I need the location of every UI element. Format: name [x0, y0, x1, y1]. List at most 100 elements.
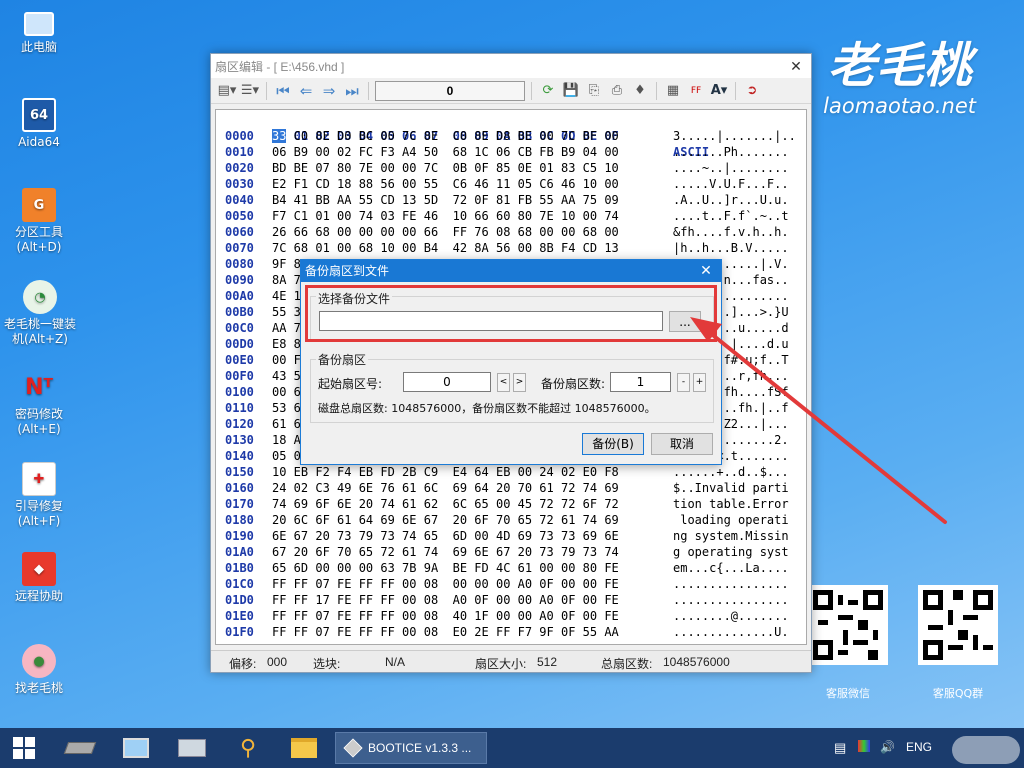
- calculator-icon[interactable]: ▦: [663, 82, 683, 100]
- hex-row-bytes[interactable]: 7C 68 01 00 68 10 00 B4 42 8A 56 00 8B F…: [272, 240, 619, 256]
- hex-row-bytes[interactable]: 06 B9 00 02 FC F3 A4 50 68 1C 06 CB FB B…: [272, 144, 619, 160]
- hex-row-bytes[interactable]: FF FF 17 FE FF FF 00 08 A0 0F 00 00 A0 0…: [272, 592, 619, 608]
- font-icon[interactable]: A▾: [709, 82, 729, 100]
- hex-row-ascii[interactable]: ....~..|........: [673, 160, 789, 176]
- charset-icon[interactable]: FF: [686, 82, 706, 100]
- hex-row-ascii[interactable]: ng system.Missin: [673, 528, 789, 544]
- hex-row-ascii[interactable]: $..Invalid parti: [673, 480, 789, 496]
- prev-sector-icon[interactable]: ⇐: [296, 82, 316, 100]
- cancel-button[interactable]: 取消: [651, 433, 713, 455]
- last-sector-icon[interactable]: ⏭: [342, 82, 362, 100]
- taskbar-explorer-app[interactable]: [284, 732, 324, 764]
- taskbar-keyboard-app[interactable]: [172, 732, 212, 764]
- dialog-close-icon[interactable]: ✕: [691, 260, 721, 282]
- hex-row-offset: 0130: [225, 433, 254, 447]
- hex-row-bytes[interactable]: 67 20 6F 70 65 72 61 74 69 6E 67 20 73 7…: [272, 544, 619, 560]
- hex-row-ascii[interactable]: ................: [673, 576, 789, 592]
- hex-row-bytes[interactable]: 26 66 68 00 00 00 00 66 FF 76 08 68 00 0…: [272, 224, 619, 240]
- bootice-icon: [343, 738, 363, 758]
- hex-row-bytes[interactable]: 24 02 C3 49 6E 76 61 6C 69 64 20 70 61 7…: [272, 480, 619, 496]
- desktop-icon-find-laomaotao[interactable]: ● 找老毛桃: [0, 644, 78, 696]
- hex-row-ascii[interactable]: .......Ph.......: [673, 144, 789, 160]
- hex-row-offset: 0010: [225, 145, 254, 159]
- hex-row-ascii[interactable]: &fh....f.v.h..h.: [673, 224, 789, 240]
- taskbar: ⚲ BOOTICE v1.3.3 ... ▤ 🔊 ENG: [0, 728, 1024, 768]
- backup-icon[interactable]: ⎘: [584, 82, 604, 100]
- start-sector-increment[interactable]: >: [513, 373, 526, 392]
- sector-count-increment[interactable]: +: [693, 373, 706, 392]
- hex-row-bytes[interactable]: FF FF 07 FE FF FF 00 08 00 00 00 A0 0F 0…: [272, 576, 619, 592]
- hex-row-bytes[interactable]: 20 6C 6F 61 64 69 6E 67 20 6F 70 65 72 6…: [272, 512, 619, 528]
- taskbar-computer-app[interactable]: [116, 732, 156, 764]
- hex-row-ascii[interactable]: loading operati: [673, 512, 788, 528]
- hex-row-ascii[interactable]: tion table.Error: [673, 496, 789, 512]
- hex-row-bytes[interactable]: FF FF 07 FE FF FF 00 08 40 1F 00 00 A0 0…: [272, 608, 619, 624]
- taskbar-chip-app[interactable]: [60, 732, 100, 764]
- hex-row-ascii[interactable]: 3.....|.......|..: [673, 128, 796, 144]
- hex-row-bytes[interactable]: F7 C1 01 00 74 03 FE 46 10 66 60 80 7E 1…: [272, 208, 619, 224]
- hex-row-bytes[interactable]: E2 F1 CD 18 88 56 00 55 C6 46 11 05 C6 4…: [272, 176, 619, 192]
- language-indicator[interactable]: ENG: [906, 740, 932, 754]
- hex-row-bytes[interactable]: B4 41 BB AA 55 CD 13 5D 72 0F 81 FB 55 A…: [272, 192, 619, 208]
- hex-row-bytes[interactable]: 33 C0 8E D0 BC 00 7C 8E C0 8E D8 BE 00 7…: [272, 128, 619, 144]
- hex-row-offset: 01C0: [225, 577, 254, 591]
- desktop-icon-this-pc[interactable]: 此电脑: [0, 8, 78, 55]
- taskbar-search-app[interactable]: ⚲: [228, 732, 268, 764]
- total-sectors-label: 总扇区数:: [601, 657, 653, 671]
- hex-row-ascii[interactable]: ..............U.: [673, 624, 789, 640]
- start-sector-decrement[interactable]: <: [497, 373, 510, 392]
- hex-row-ascii[interactable]: ................: [673, 592, 789, 608]
- fill-icon[interactable]: ♦: [630, 82, 650, 100]
- hex-row-bytes[interactable]: 10 EB F2 F4 EB FD 2B C9 E4 64 EB 00 24 0…: [272, 464, 619, 480]
- hex-row-ascii[interactable]: g operating syst: [673, 544, 789, 560]
- exit-icon[interactable]: ➲: [742, 82, 762, 100]
- refresh-icon[interactable]: ⟳: [538, 82, 558, 100]
- selected-byte[interactable]: 33: [272, 129, 287, 143]
- hex-row-ascii[interactable]: ....t..F.f`.~..t: [673, 208, 789, 224]
- first-sector-icon[interactable]: ⏮: [273, 82, 293, 100]
- peach-icon: ●: [22, 644, 56, 678]
- start-sector-input[interactable]: 0: [403, 372, 491, 392]
- desktop-icon-boot-repair[interactable]: ✚ 引导修复 (Alt+F): [0, 462, 78, 529]
- desktop-icon-remote-assist[interactable]: ◆ 远程协助: [0, 552, 78, 604]
- hex-row-bytes[interactable]: BD BE 07 80 7E 00 00 7C 0B 0F 85 0E 01 8…: [272, 160, 619, 176]
- desktop-icon-label: 分区工具 (Alt+D): [14, 225, 63, 254]
- hex-row-offset: 0120: [225, 417, 254, 431]
- hex-row-ascii[interactable]: .....V.U.F...F..: [673, 176, 789, 192]
- list-mode-icon[interactable]: ☰▾: [240, 82, 260, 100]
- show-desktop-button[interactable]: [952, 736, 1020, 764]
- hex-row-bytes[interactable]: 65 6D 00 00 00 63 7B 9A BE FD 4C 61 00 0…: [272, 560, 619, 576]
- sector-count-decrement[interactable]: -: [677, 373, 690, 392]
- hex-row-bytes[interactable]: FF FF 07 FE FF FF 00 08 E0 2E FF F7 9F 0…: [272, 624, 619, 640]
- sector-number-input[interactable]: 0: [375, 80, 525, 101]
- desktop-icon-aida64[interactable]: 64 Aida64: [0, 98, 78, 150]
- desktop-icon-password[interactable]: Nᵀ 密码修改 (Alt+E): [0, 370, 78, 437]
- desktop-icon-label: 密码修改 (Alt+E): [14, 407, 63, 436]
- hex-row-offset: 0020: [225, 161, 254, 175]
- next-sector-icon[interactable]: ⇒: [319, 82, 339, 100]
- save-icon[interactable]: 💾: [561, 82, 581, 100]
- aida64-icon: 64: [22, 98, 56, 132]
- hex-row-ascii[interactable]: em...c{...La....: [673, 560, 789, 576]
- sector-count-input[interactable]: 1: [610, 372, 671, 392]
- backup-button[interactable]: 备份(B): [582, 433, 644, 455]
- color-icon[interactable]: [858, 740, 870, 755]
- start-button[interactable]: [4, 732, 44, 764]
- hex-row-ascii[interactable]: |h..h...B.V.....: [673, 240, 789, 256]
- desktop-icon-one-key-install[interactable]: ◔ 老毛桃一键装 机(Alt+Z): [0, 280, 80, 347]
- hex-row-ascii[interactable]: .A..U..]r...U.u.: [673, 192, 789, 208]
- hex-row-ascii[interactable]: ........@.......: [673, 608, 789, 624]
- view-mode-icon[interactable]: ▤▾: [217, 82, 237, 100]
- desktop-icon-partition-tool[interactable]: G 分区工具 (Alt+D): [0, 188, 78, 255]
- network-icon[interactable]: ▤: [834, 740, 846, 756]
- hex-row-offset: 0100: [225, 385, 254, 399]
- speaker-icon[interactable]: 🔊: [880, 740, 895, 754]
- taskbar-bootice-app[interactable]: BOOTICE v1.3.3 ...: [335, 732, 487, 764]
- hex-row-bytes[interactable]: 6E 67 20 73 79 73 74 65 6D 00 4D 69 73 7…: [272, 528, 619, 544]
- editor-close-icon[interactable]: ✕: [781, 58, 811, 75]
- hex-row-ascii[interactable]: ......+..d..$...: [673, 464, 789, 480]
- hex-row-bytes[interactable]: 74 69 6F 6E 20 74 61 62 6C 65 00 45 72 7…: [272, 496, 619, 512]
- hex-row-offset: 0070: [225, 241, 254, 255]
- status-bar: 偏移: 000 选块: N/A 扇区大小: 512 总扇区数: 10485760…: [211, 650, 811, 672]
- restore-icon[interactable]: ⎙: [607, 82, 627, 100]
